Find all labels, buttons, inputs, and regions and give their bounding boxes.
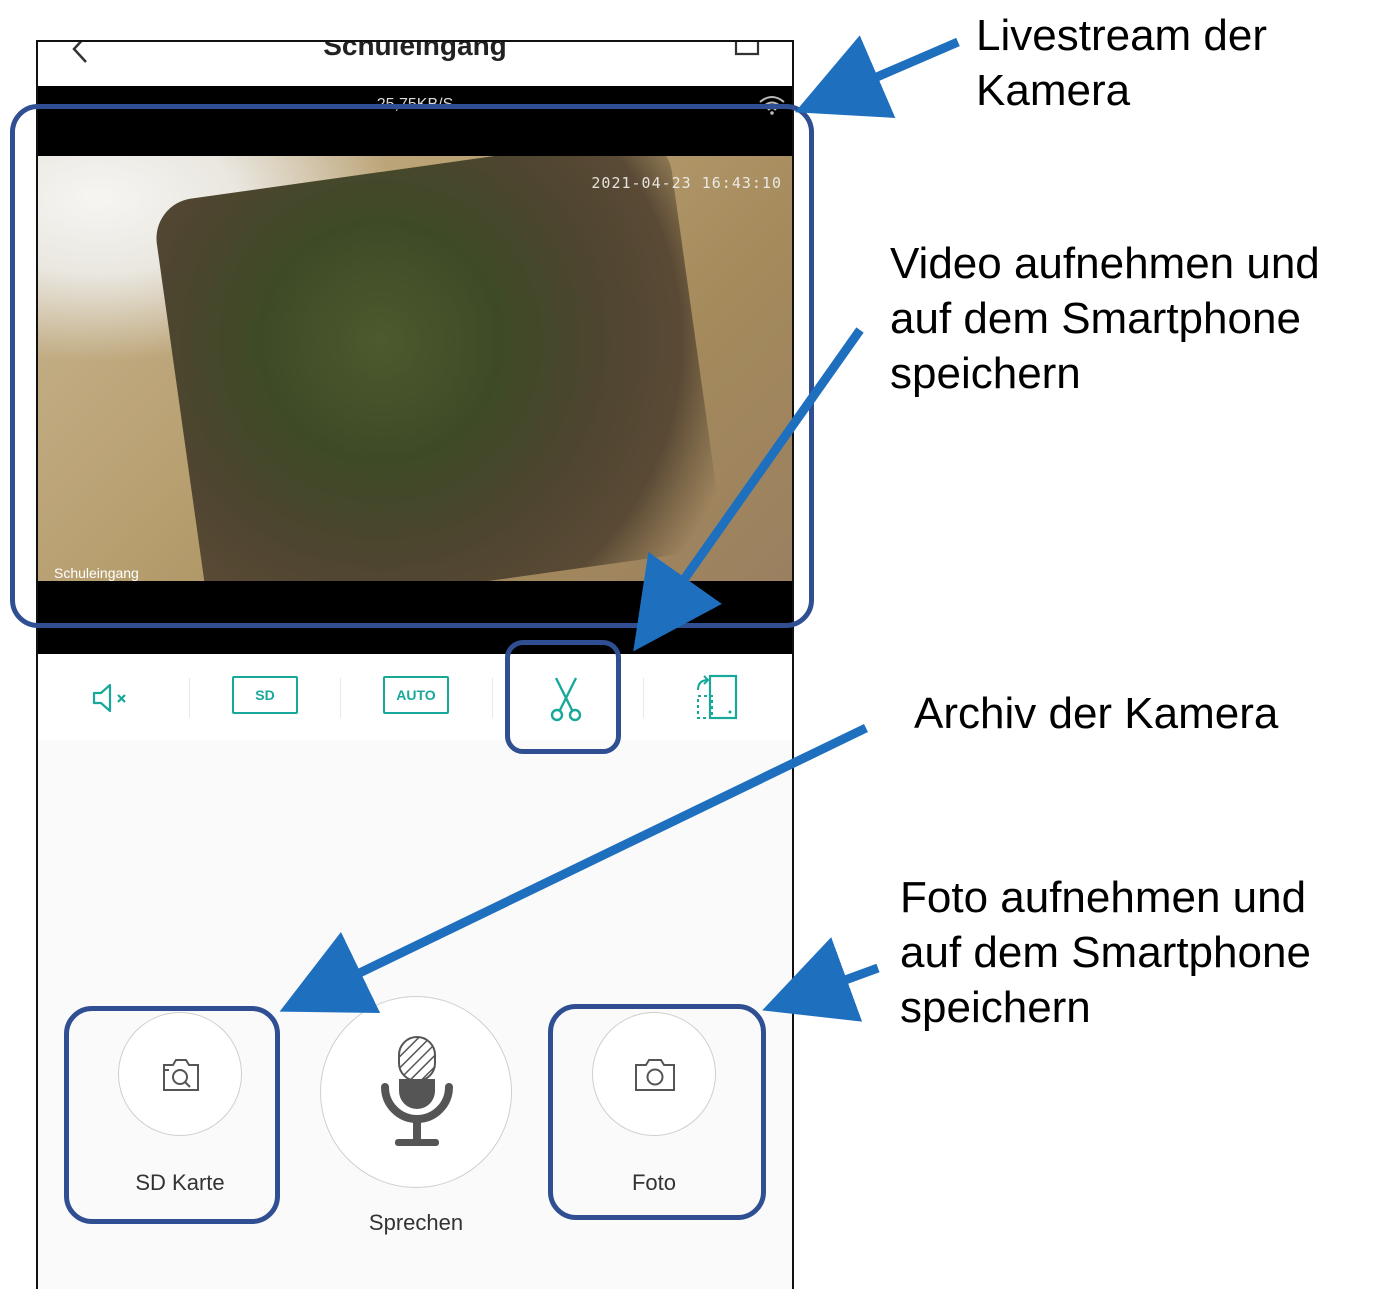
note-video: Video aufnehmen und auf dem Smartphone s… [890,239,1320,398]
annotation-arrows [279,35,960,1022]
note-archive: Archiv der Kamera [914,689,1279,738]
arrow-video [633,327,864,652]
note-livestream: Livestream der Kamera [976,11,1268,115]
arrow-archive [279,723,868,1013]
arrow-livestream [794,35,960,118]
arrow-photo [762,937,880,1022]
note-photo: Foto aufnehmen und auf dem Smartphone sp… [900,873,1311,1032]
